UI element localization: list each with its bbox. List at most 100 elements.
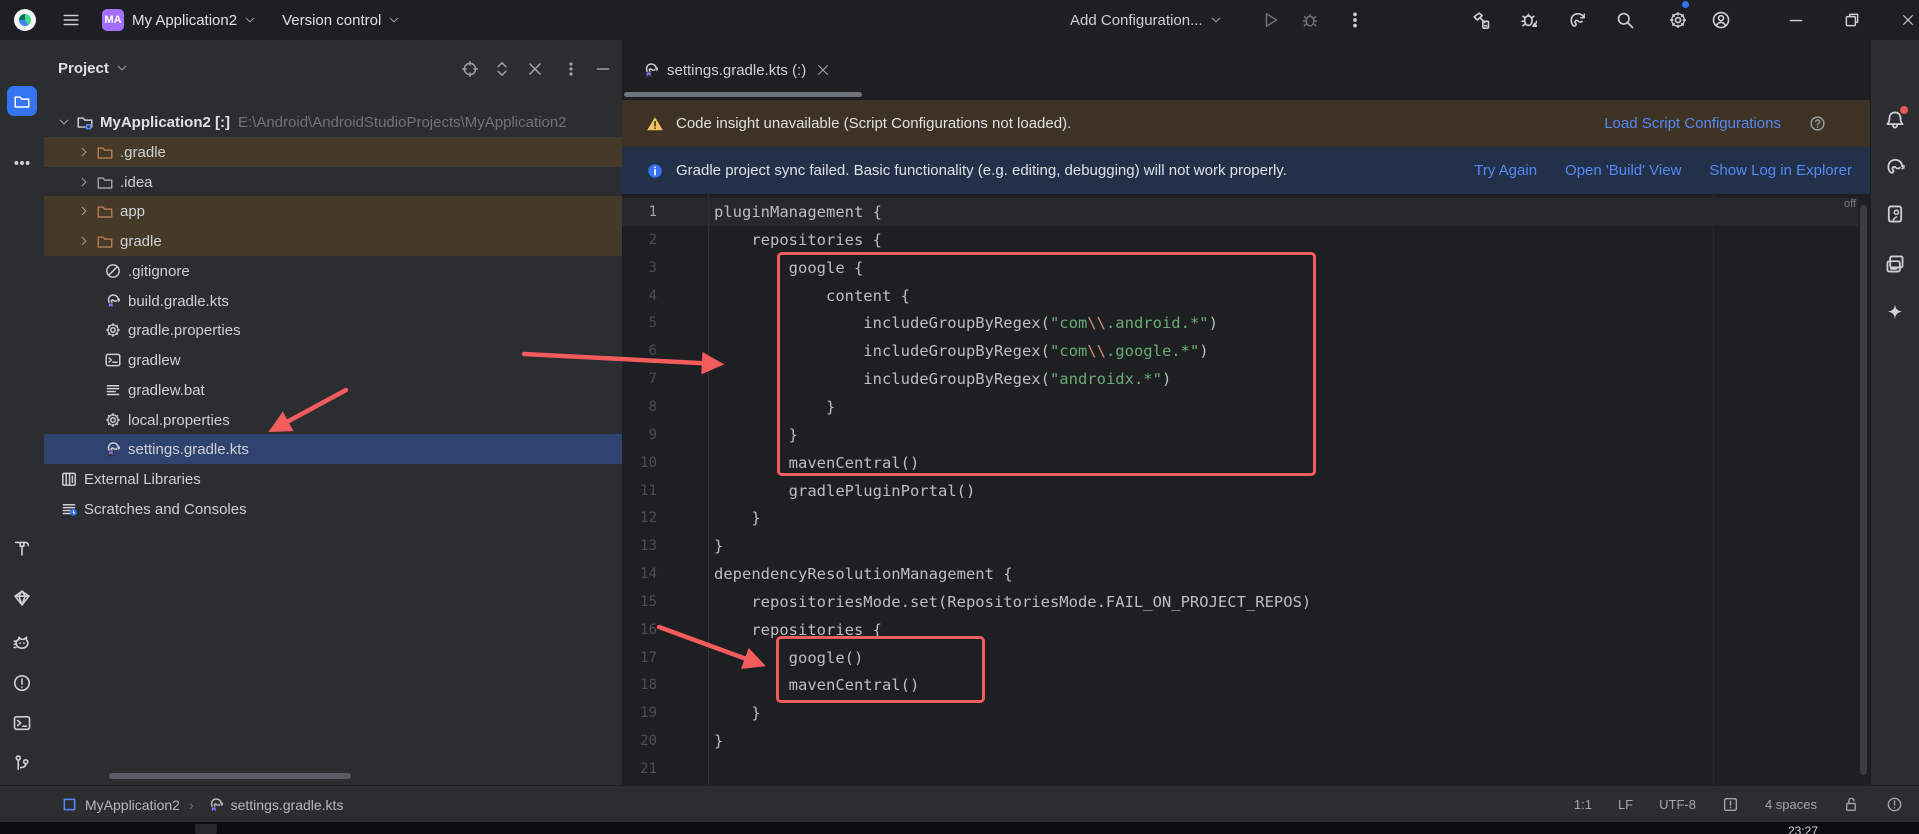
gradle-sync-icon[interactable] — [1560, 3, 1594, 37]
help-icon[interactable] — [1809, 115, 1826, 132]
collapse-all-icon[interactable] — [524, 58, 546, 80]
tool-window-button-version-control[interactable] — [7, 748, 37, 778]
line-number: 18 — [622, 677, 657, 693]
horizontal-scrollbar[interactable] — [109, 773, 351, 779]
more-actions-icon[interactable] — [1338, 3, 1372, 37]
tool-window-button-logcat[interactable] — [7, 628, 37, 658]
line-separator[interactable]: LF — [1618, 797, 1633, 812]
todo-box-icon[interactable] — [1722, 796, 1739, 813]
editor-options-icon[interactable] — [1827, 53, 1861, 87]
tree-item-label: local.properties — [128, 412, 230, 429]
tree-item-gradle[interactable]: .gradle — [44, 137, 622, 167]
panel-title[interactable]: Project — [58, 60, 109, 77]
gradle-kts-icon — [104, 292, 122, 310]
locate-icon[interactable] — [459, 58, 481, 80]
inspection-widget[interactable]: off — [1844, 198, 1856, 210]
tree-item-gitignore[interactable]: .gitignore — [44, 256, 622, 286]
folder-gray-icon — [96, 173, 114, 191]
tree-item-local-properties[interactable]: local.properties — [44, 405, 622, 435]
line-number: 11 — [622, 483, 657, 499]
tool-window-button-problems[interactable] — [7, 668, 37, 698]
tree-item-label: gradle.properties — [128, 322, 241, 339]
tree-item-label: .gradle — [120, 144, 166, 161]
breadcrumb-project[interactable]: MyApplication2 — [85, 797, 180, 813]
tool-window-button-running-devices[interactable] — [1881, 200, 1909, 228]
tree-item-gradlew-bat[interactable]: gradlew.bat — [44, 375, 622, 405]
tool-window-button-notifications[interactable] — [1881, 106, 1909, 134]
version-control-menu[interactable]: Version control — [282, 12, 400, 29]
profiler-bug-icon[interactable] — [1512, 3, 1546, 37]
tool-window-button-device-manager[interactable] — [1881, 250, 1909, 278]
close-icon[interactable] — [1891, 3, 1919, 37]
hide-icon[interactable] — [592, 58, 614, 80]
expand-all-icon[interactable] — [491, 58, 513, 80]
project-tool-window: Project MyApplication2 [:]E:\Android\And… — [44, 40, 622, 785]
file-encoding[interactable]: UTF-8 — [1659, 797, 1696, 812]
caret-position[interactable]: 1:1 — [1574, 797, 1592, 812]
error-circle-icon[interactable] — [1886, 796, 1903, 813]
tree-item-gradle-properties[interactable]: gradle.properties — [44, 315, 622, 345]
gear-file-icon — [104, 321, 122, 339]
banner-link-show-log-in-explorer[interactable]: Show Log in Explorer — [1709, 162, 1852, 179]
close-icon[interactable] — [816, 63, 830, 77]
tool-window-button-build[interactable] — [7, 533, 37, 563]
tree-item-label: Scratches and Consoles — [84, 501, 247, 518]
minimize-icon[interactable] — [1779, 3, 1813, 37]
build-icon[interactable] — [1464, 3, 1498, 37]
banner-warning: Code insight unavailable (Script Configu… — [622, 100, 1870, 147]
chevron-down-icon — [244, 14, 256, 26]
run-icon[interactable] — [1254, 3, 1288, 37]
chevron-right-icon[interactable] — [76, 233, 92, 249]
code-line-12: } — [714, 509, 761, 527]
main-menu-icon[interactable] — [54, 3, 88, 37]
project-widget[interactable]: MA My Application2 — [102, 9, 256, 31]
code-line-14: dependencyResolutionManagement { — [714, 565, 1013, 583]
account-icon[interactable] — [1704, 3, 1738, 37]
search-icon[interactable] — [1608, 3, 1642, 37]
taskbar-app-icon[interactable] — [195, 824, 217, 834]
tree-item-gradle[interactable]: gradle — [44, 226, 622, 256]
tree-item-gradlew[interactable]: gradlew — [44, 345, 622, 375]
active-tab-indicator — [624, 92, 862, 97]
banner-link-try-again[interactable]: Try Again — [1474, 162, 1537, 179]
chevron-right-icon[interactable] — [76, 203, 92, 219]
run-configuration-selector[interactable]: Add Configuration... — [1070, 12, 1222, 29]
tool-window-button-gradle[interactable] — [1881, 153, 1909, 181]
unlock-icon[interactable] — [1843, 796, 1860, 813]
restore-icon[interactable] — [1835, 3, 1869, 37]
tree-item-external-libraries[interactable]: External Libraries — [44, 464, 622, 494]
tree-item-myapplication2[interactable]: MyApplication2 [:]E:\Android\AndroidStud… — [44, 107, 622, 137]
chevron-down-icon — [116, 62, 128, 74]
warning-triangle-icon — [646, 115, 664, 133]
module-icon — [60, 796, 78, 814]
line-number: 8 — [622, 399, 657, 415]
banner-link-load-script-configurations[interactable]: Load Script Configurations — [1604, 115, 1781, 132]
kebab-icon[interactable] — [560, 58, 582, 80]
tool-window-button-gemini[interactable] — [1881, 299, 1909, 327]
tool-window-button-more-tool-windows[interactable] — [7, 148, 37, 178]
tree-item-settings-gradle-kts[interactable]: settings.gradle.kts — [44, 434, 622, 464]
banner-link-open-build-view[interactable]: Open 'Build' View — [1565, 162, 1681, 179]
ignored-file-icon — [104, 262, 122, 280]
code-line-1: pluginManagement { — [714, 203, 882, 221]
tab-settings-gradle-kts[interactable]: settings.gradle.kts (:) — [624, 50, 844, 90]
folder-orange-icon — [96, 202, 114, 220]
indent-style[interactable]: 4 spaces — [1765, 797, 1817, 812]
tree-item-scratches-and-consoles[interactable]: Scratches and Consoles — [44, 494, 622, 524]
breadcrumb-file[interactable]: settings.gradle.kts — [231, 797, 344, 813]
tool-window-button-app-quality-insights[interactable] — [7, 583, 37, 613]
tool-window-button-terminal[interactable] — [7, 708, 37, 738]
vertical-scrollbar[interactable] — [1860, 205, 1867, 775]
tree-item-idea[interactable]: .idea — [44, 167, 622, 197]
tree-item-build-gradle-kts[interactable]: build.gradle.kts — [44, 286, 622, 316]
scratches-icon — [60, 500, 78, 518]
tool-window-button-project[interactable] — [7, 86, 37, 116]
tree-item-app[interactable]: app — [44, 196, 622, 226]
debug-icon[interactable] — [1293, 3, 1327, 37]
gradle-kts-icon — [642, 61, 660, 79]
chevron-right-icon[interactable] — [76, 174, 92, 190]
chevron-right-icon[interactable] — [76, 144, 92, 160]
library-icon — [60, 470, 78, 488]
chevron-down-icon[interactable] — [56, 114, 72, 130]
settings-icon[interactable] — [1656, 3, 1690, 37]
